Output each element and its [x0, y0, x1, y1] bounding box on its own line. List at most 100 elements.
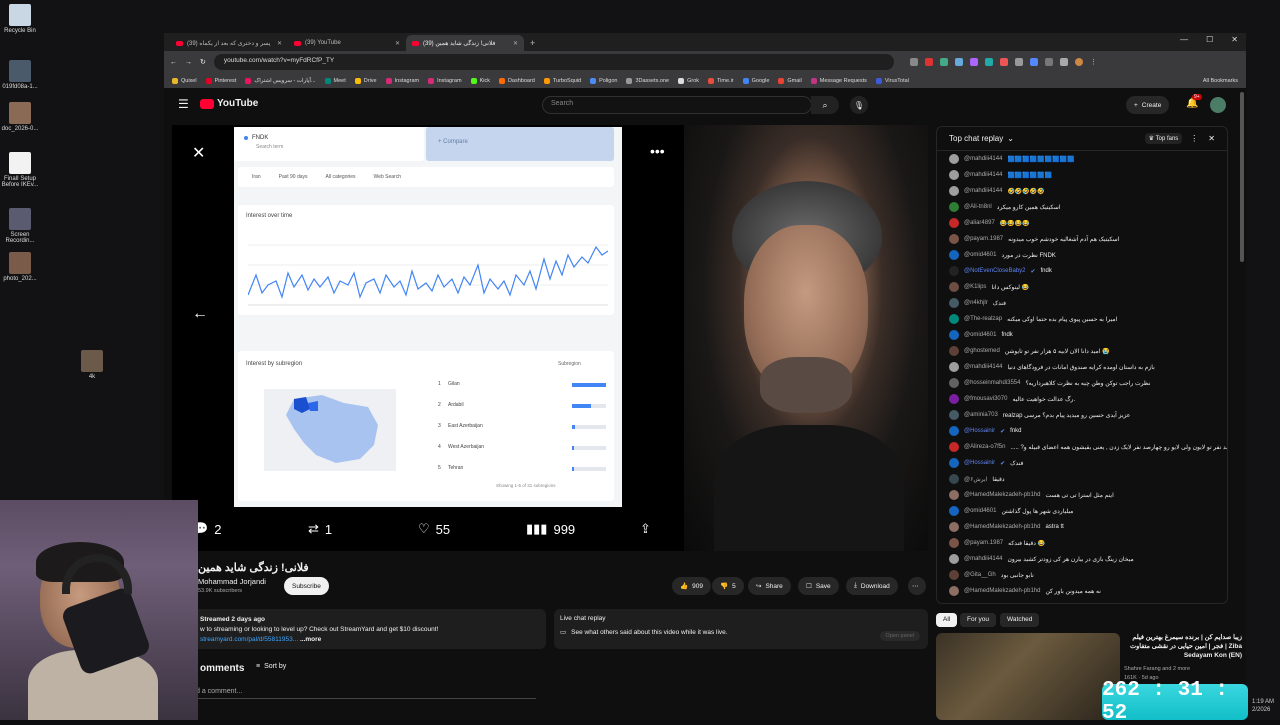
avatar[interactable] [949, 570, 959, 580]
avatar[interactable] [949, 410, 959, 420]
chat-author[interactable]: @The-realzap [964, 316, 1002, 322]
recommended-thumbnail[interactable] [936, 633, 1120, 720]
desktop-icon-file-2[interactable]: doc_2026-0... [0, 102, 40, 132]
bookmark-item[interactable]: آپارات - سرویس اشتراک... [245, 77, 316, 84]
bookmark-item[interactable]: Google [742, 77, 769, 84]
menu-dots-icon[interactable]: ⋮ [1090, 58, 1097, 66]
bookmark-item[interactable]: VirusTotal [875, 77, 909, 84]
chat-author[interactable]: @ایرش۶ [964, 476, 987, 483]
close-icon[interactable]: ✕ [277, 40, 282, 47]
avatar[interactable] [949, 218, 959, 228]
chat-message[interactable]: @ایرش۶ دقیقا [937, 471, 1227, 487]
chat-author[interactable]: @payam.1987 [964, 540, 1003, 546]
url-field[interactable]: youtube.com/watch?v=myFdRCfP_TY [213, 54, 894, 70]
like-button[interactable]: 👍 909 [672, 577, 711, 595]
more-actions-icon[interactable]: ⋯ [908, 577, 926, 595]
close-chat-icon[interactable]: ✕ [1208, 134, 1215, 143]
chat-message[interactable]: @Alireza-o7f5n ..... ?انصد نفر تو لایون و… [937, 439, 1227, 455]
chat-message[interactable]: @aliar4897 😂😂😂😂 [937, 215, 1227, 231]
chat-message[interactable]: @mahdiii4144 بازم به داستان اومده کرایه ص… [937, 359, 1227, 375]
chat-author[interactable]: @aliar4897 [964, 220, 995, 226]
download-icon[interactable] [1059, 58, 1068, 66]
chip-watched[interactable]: Watched [1000, 613, 1040, 627]
chat-message[interactable]: @payam.1987 اسکیتیک هم آدم آشغالیه خودشم … [937, 231, 1227, 247]
avatar[interactable] [949, 298, 959, 308]
youtube-logo[interactable]: YouTube [200, 98, 258, 109]
video-player[interactable]: FNDK Search term + Compare Iran Past 90 … [172, 125, 928, 551]
sort-by-button[interactable]: ≡ Sort by [256, 663, 286, 670]
new-tab-icon[interactable]: + [524, 38, 541, 51]
extension-icon[interactable] [909, 58, 918, 66]
chat-author[interactable]: @Ali-tn8nl [964, 204, 992, 210]
chat-message[interactable]: @HamedMalekzadeh-pb1hd اینم مثل استرا تی … [937, 487, 1227, 503]
notifications-bell-icon[interactable]: 🔔 9+ [1186, 94, 1202, 109]
extension-icon[interactable] [984, 58, 993, 66]
bookmark-item[interactable]: Dashboard [498, 77, 535, 84]
close-window-icon[interactable]: ✕ [1231, 35, 1238, 44]
extension-icon[interactable] [939, 58, 948, 66]
more-options-icon[interactable]: ••• [650, 143, 665, 159]
chat-author[interactable]: @Gita__Gh [964, 572, 996, 578]
chat-author[interactable]: @HamedMalekzadeh-pb1hd [964, 588, 1040, 594]
chat-author[interactable]: @Alireza-o7f5n [964, 444, 1005, 450]
bookmark-item[interactable]: Drive [354, 77, 377, 84]
avatar[interactable] [949, 554, 959, 564]
bookmark-item[interactable]: Gmail [778, 77, 802, 84]
recommended-title[interactable]: زیبا صدایم کن | برنده سیمرغ بهترین فیلم … [1124, 633, 1242, 660]
search-input[interactable]: Search [542, 96, 812, 114]
open-panel-button[interactable]: Open panel [879, 631, 920, 641]
desktop-icon-file-4[interactable]: Screen Recordin... [0, 208, 40, 244]
chat-author[interactable]: @Hossainir [964, 428, 995, 434]
chat-message[interactable]: @NotEvenCloseBaby2 ✔ fndk [937, 263, 1227, 279]
views-stat[interactable]: ▮▮▮ 999 [526, 521, 575, 537]
share-button[interactable]: ↪ Share [748, 577, 791, 595]
desktop-icon-file-5[interactable]: photo_202... [0, 252, 40, 282]
avatar[interactable] [949, 426, 959, 436]
hamburger-menu-icon[interactable]: ☰ [178, 97, 189, 111]
search-button[interactable]: ⌕ [811, 96, 839, 114]
chat-author[interactable]: @aminia703 [964, 412, 998, 418]
chat-author[interactable]: @mahdiii4144 [964, 172, 1002, 178]
chat-message[interactable]: @mahdiii4144 🤣🤣🤣🤣🤣 [937, 183, 1227, 199]
chat-author[interactable]: @mahdiii4144 [964, 556, 1002, 562]
desktop-icon-recycle-bin[interactable]: Recycle Bin [0, 4, 40, 34]
channel-name[interactable]: Mohammad Jorjandi [198, 577, 266, 586]
desktop-icon-file-6[interactable]: 4k [72, 350, 112, 380]
browser-tab-1[interactable]: (39) پسر و دختری که بعد از یکماه ✕ [170, 35, 288, 51]
avatar[interactable] [949, 314, 959, 324]
page-scrollbar[interactable] [1240, 92, 1244, 262]
extension-icon[interactable] [1014, 58, 1023, 66]
extensions-puzzle-icon[interactable] [1044, 58, 1053, 66]
bookmark-item[interactable]: Instagram [428, 77, 462, 84]
bookmark-item[interactable]: Quixel [172, 77, 197, 84]
download-button[interactable]: ⤓ Download [846, 577, 898, 595]
avatar[interactable] [949, 474, 959, 484]
close-icon[interactable]: ✕ [513, 40, 518, 47]
bookmark-item[interactable]: Message Requests [810, 77, 867, 84]
chat-message[interactable]: @aminia703 realzap عزیز آیدی حسین رو میدی… [937, 407, 1227, 423]
voice-search-icon[interactable]: 🎙 [850, 96, 868, 114]
avatar[interactable] [949, 394, 959, 404]
chip-all[interactable]: All [936, 613, 958, 627]
bookmark-item[interactable]: Pinterest [205, 77, 236, 84]
chat-author[interactable]: @mahdiii4144 [964, 156, 1002, 162]
extension-icon[interactable] [954, 58, 963, 66]
chat-message[interactable]: @n4khjlr فندک [937, 295, 1227, 311]
chat-author[interactable]: @payam.1987 [964, 236, 1003, 242]
chat-message[interactable]: @HamedMalekzadeh-pb1hd نه همه میدونن باور… [937, 583, 1227, 599]
chat-message[interactable]: @HamedMalekzadeh-pb1hd astra tt [937, 519, 1227, 535]
avatar[interactable] [949, 346, 959, 356]
avatar[interactable] [949, 458, 959, 468]
avatar[interactable] [949, 186, 959, 196]
avatar[interactable] [949, 362, 959, 372]
chat-message[interactable]: @fmousavi3070 رگ عدالت خواهیت عالیه. [937, 391, 1227, 407]
chat-message[interactable]: @payam.1987 دقیقا فندکه 😂 [937, 535, 1227, 551]
share-icon[interactable]: ⇪ [640, 521, 651, 537]
chat-message[interactable]: @ghostemed امید دانا الان لابیه ۵ هزار نف… [937, 343, 1227, 359]
avatar[interactable] [949, 202, 959, 212]
chat-message[interactable]: @Hossainir ✔ فندک [937, 455, 1227, 471]
bookmark-item[interactable]: TurboSquid [543, 77, 581, 84]
desktop-icon-file-1[interactable]: 019fd08a-1... [0, 60, 40, 90]
chat-message[interactable]: @omid4601 میلیاردی شهر ها پول گذاشتن [937, 503, 1227, 519]
avatar[interactable] [949, 154, 959, 164]
